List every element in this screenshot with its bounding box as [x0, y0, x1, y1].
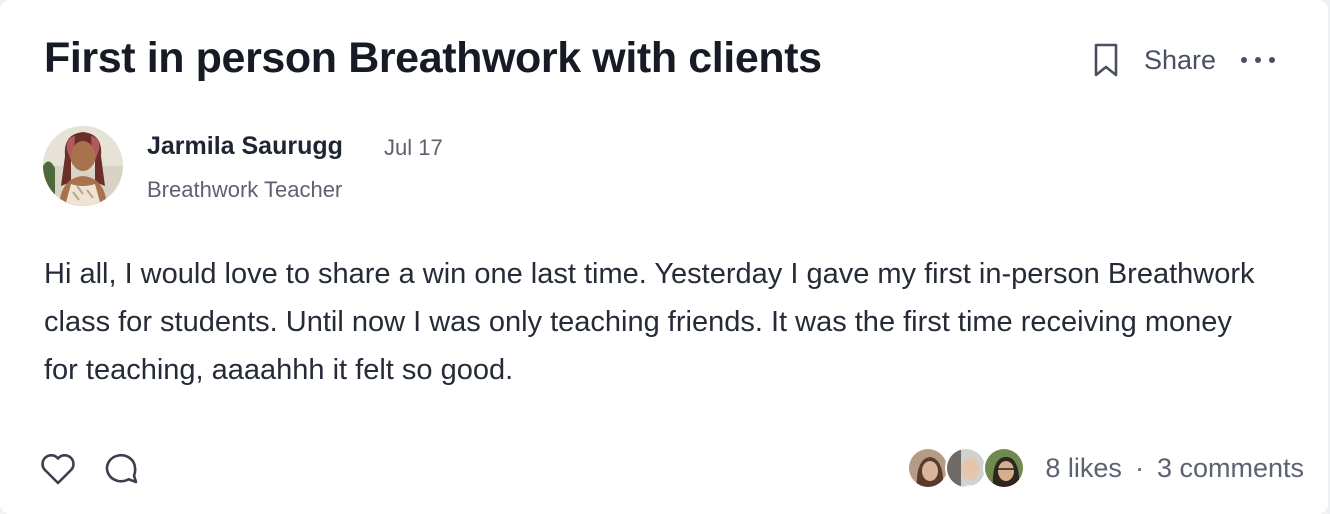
- author-avatar[interactable]: [43, 126, 123, 206]
- likes-count[interactable]: 8 likes: [1045, 453, 1122, 484]
- post-body: Hi all, I would love to share a win one …: [44, 258, 1255, 386]
- liker-avatar: [907, 447, 950, 489]
- comment-button[interactable]: [102, 449, 142, 489]
- like-button[interactable]: [38, 450, 78, 488]
- author-photo: [43, 126, 123, 206]
- stats-separator: ·: [1134, 452, 1144, 483]
- post-title: First in person Breathwork with clients: [44, 34, 822, 82]
- comments-count[interactable]: 3 comments: [1157, 453, 1304, 484]
- post-actions: Share: [1088, 40, 1278, 80]
- more-options-button[interactable]: [1238, 40, 1278, 80]
- post-card: First in person Breathwork with clients …: [0, 0, 1328, 514]
- post-date: Jul 17: [384, 135, 443, 160]
- liker-avatars[interactable]: [907, 447, 1026, 489]
- author-role: Breathwork Teacher: [147, 177, 343, 202]
- liker-avatar: [945, 447, 988, 489]
- comment-bubble-icon: [105, 453, 138, 484]
- bookmark-icon: [1094, 43, 1118, 77]
- liker-avatar: [983, 447, 1026, 489]
- heart-icon: [41, 454, 75, 485]
- post-stats: 8 likes · 3 comments: [907, 446, 1304, 490]
- more-horizontal-icon: [1241, 57, 1275, 63]
- share-button[interactable]: Share: [1144, 45, 1216, 76]
- author-name[interactable]: Jarmila Saurugg: [147, 132, 343, 161]
- bookmark-button[interactable]: [1088, 40, 1124, 80]
